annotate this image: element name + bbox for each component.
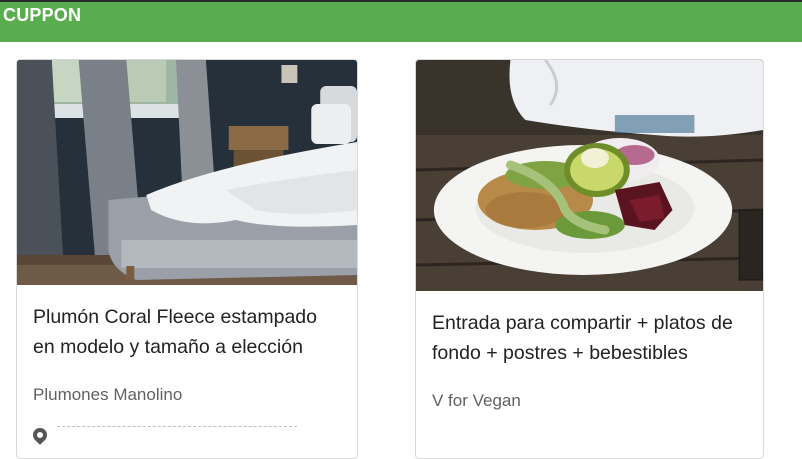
deal-title[interactable]: Plumón Coral Fleece estampado en modelo … (33, 302, 343, 362)
vegan-bowl-photo-illustration (416, 60, 763, 291)
deal-vendor: V for Vegan (432, 391, 521, 410)
app-header: CUPPON (0, 2, 802, 42)
map-pin-icon (30, 425, 50, 445)
deal-image-bedroom[interactable] (17, 60, 357, 285)
deal-image-vegan-bowl[interactable] (416, 60, 763, 291)
location-text-cropped (57, 426, 297, 435)
deal-card[interactable]: Plumón Coral Fleece estampado en modelo … (16, 59, 358, 459)
deal-vendor: Plumones Manolino (33, 385, 183, 404)
brand-logo[interactable]: CUPPON (3, 5, 81, 26)
deal-title[interactable]: Entrada para compartir + platos de fondo… (432, 308, 749, 368)
bedroom-photo-illustration (17, 60, 357, 285)
deal-card[interactable]: Entrada para compartir + platos de fondo… (415, 59, 764, 459)
